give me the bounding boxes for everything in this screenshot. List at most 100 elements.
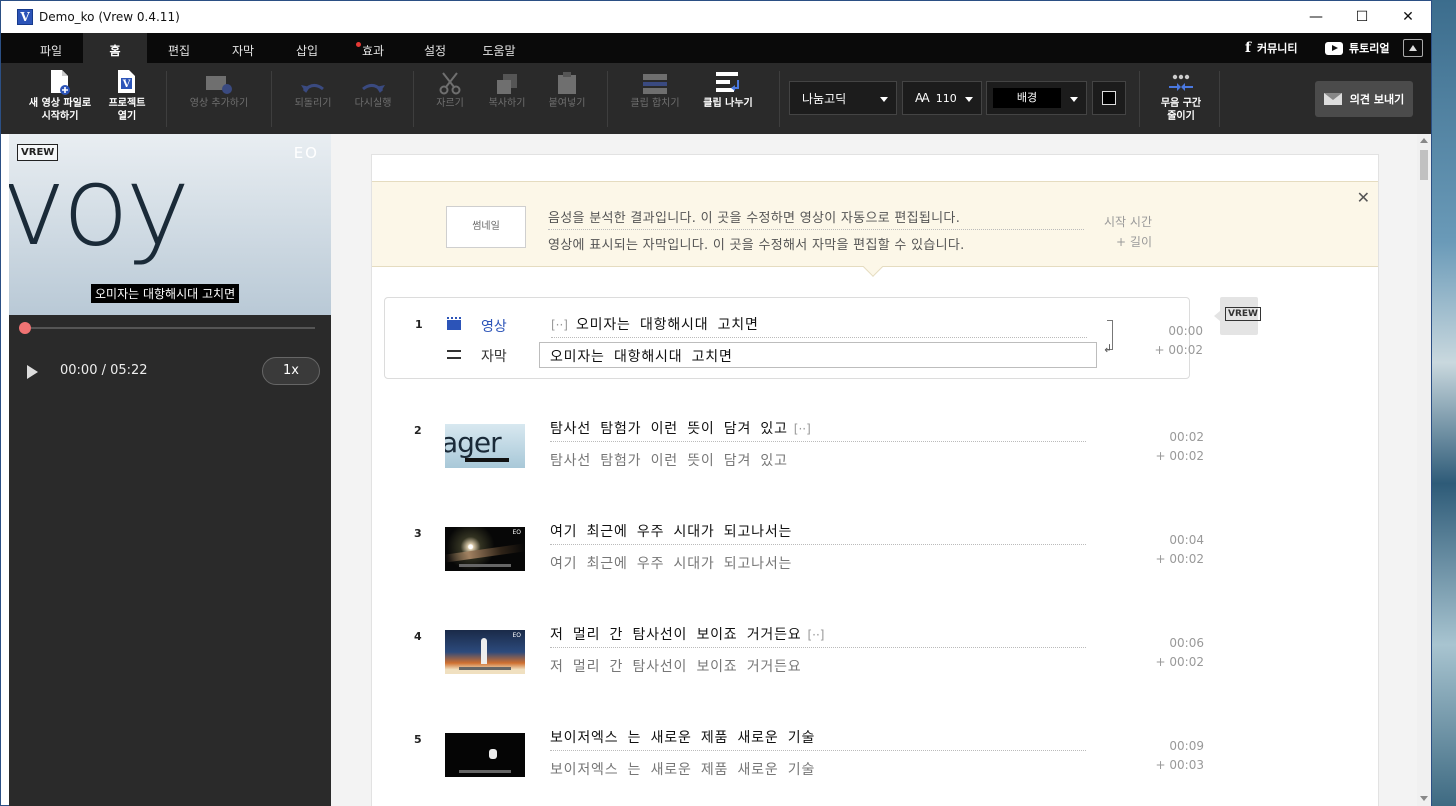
tab-file[interactable]: 파일 — [19, 33, 83, 63]
community-link[interactable]: f 커뮤니티 — [1245, 33, 1298, 63]
clip-thumbnail[interactable]: ager — [445, 424, 525, 468]
scissors-icon — [439, 72, 461, 95]
toolbar-separator — [413, 71, 414, 127]
seek-handle[interactable] — [19, 322, 31, 334]
cut-button[interactable]: 자르기 — [425, 63, 475, 134]
clip-original-text[interactable]: 보이저엑스 는 새로운 제품 새로운 기술 — [550, 727, 1086, 751]
open-project-button[interactable]: V 프로젝트 열기 — [99, 63, 155, 134]
tab-edit[interactable]: 편집 — [147, 33, 211, 63]
clip-original-text[interactable]: 여기 최근에 우주 시대가 되고나서는 — [550, 521, 1086, 545]
scroll-thumb[interactable] — [1420, 150, 1428, 180]
copy-button[interactable]: 복사하기 — [479, 63, 535, 134]
color-picker[interactable] — [1092, 81, 1126, 115]
tab-home[interactable]: 홈 — [83, 33, 147, 63]
toolbar-separator — [1219, 71, 1220, 127]
font-size-select[interactable]: AA 110 — [902, 81, 982, 115]
clip-subtitle-text[interactable]: 보이저엑스 는 새로운 제품 새로운 기술 — [550, 759, 815, 779]
eo-watermark: EO — [293, 144, 319, 162]
new-file-icon — [51, 70, 70, 95]
clip-row[interactable]: 3 EO 여기 최근에 우주 시대가 되고나서는 여기 최근에 우주 시대가 되… — [384, 501, 1204, 583]
tab-help[interactable]: 도움말 — [467, 33, 531, 63]
vertical-scrollbar[interactable] — [1417, 134, 1431, 806]
scroll-up-icon[interactable] — [1420, 138, 1428, 143]
vrew-side-icon[interactable]: VREW — [1214, 297, 1261, 335]
window-controls: — ☐ ✕ — [1293, 1, 1431, 33]
playback-speed-button[interactable]: 1x — [262, 357, 320, 385]
redo-icon — [362, 84, 385, 93]
paste-button[interactable]: 붙여넣기 — [539, 63, 595, 134]
clip-row[interactable]: 1 영상 자막 [··] 오미자는 대항해시대 고치면 오미자는 대항해시대 고치… — [384, 297, 1203, 379]
clip-thumbnail[interactable] — [445, 733, 525, 777]
transcript-document: 썸네일 음성을 분석한 결과입니다. 이 곳을 수정하면 영상이 자동으로 편집… — [371, 154, 1379, 806]
menu-bar: 파일 홈 편집 자막 삽입 효과 설정 도움말 f 커뮤니티 튜토리얼 — [1, 33, 1431, 63]
facebook-icon: f — [1245, 40, 1252, 56]
reduce-silence-button[interactable]: 무음 구간 줄이기 — [1149, 63, 1213, 134]
clip-number: 3 — [414, 527, 422, 540]
tab-settings[interactable]: 설정 — [403, 33, 467, 63]
tab-subtitle[interactable]: 자막 — [211, 33, 275, 63]
clip-subtitle-text[interactable]: 저 멀리 간 탐사선이 보이죠 거거든요 — [550, 656, 801, 676]
merge-clip-button[interactable]: 클립 합치기 — [623, 63, 687, 134]
clip-row[interactable]: 2 ager 탐사선 탐험가 이런 뜻이 담겨 있고 [··] 탐사선 탐험가 이… — [384, 398, 1204, 480]
close-window-icon[interactable]: ✕ — [1385, 1, 1431, 33]
player-panel: voy VREW EO 오미자는 대항해시대 고치면 00:00 / 05:22… — [9, 134, 331, 806]
toolbar-separator — [1139, 71, 1140, 127]
undo-button[interactable]: 되돌리기 — [285, 63, 341, 134]
window-title: Demo_ko (Vrew 0.4.11) — [39, 10, 180, 24]
svg-text:V: V — [122, 79, 131, 90]
seek-bar[interactable] — [19, 322, 315, 334]
clip-original-text[interactable]: 저 멀리 간 탐사선이 보이죠 거거든요 [··] — [550, 624, 1086, 648]
split-clip-button[interactable]: 클립 나누기 — [695, 63, 761, 134]
maximize-icon[interactable]: ☐ — [1339, 1, 1385, 33]
add-video-button[interactable]: 영상 추가하기 — [179, 63, 259, 134]
clip-original-text[interactable]: 탐사선 탐험가 이런 뜻이 담겨 있고 [··] — [550, 418, 1086, 442]
subtitle-input[interactable]: 오미자는 대항해시대 고치면 — [539, 342, 1097, 368]
clip-times: 00:06 + 00:02 — [1155, 636, 1204, 669]
thumbnail-placeholder: 썸네일 — [446, 206, 526, 248]
video-row-label: 영상 — [481, 319, 507, 335]
clip-subtitle-text[interactable]: 탐사선 탐험가 이런 뜻이 담겨 있고 — [550, 450, 788, 470]
clip-thumbnail[interactable]: EO — [445, 527, 525, 571]
enter-arrow-icon: ↲ — [1103, 342, 1113, 355]
color-swatch — [1102, 91, 1116, 105]
title-bar: V Demo_ko (Vrew 0.4.11) — ☐ ✕ — [1, 1, 1431, 33]
play-icon[interactable] — [27, 365, 38, 379]
silence-marker[interactable]: [··] — [551, 318, 568, 332]
tab-effects[interactable]: 효과 — [341, 33, 405, 63]
clip-thumbnail[interactable]: EO — [445, 630, 525, 674]
ribbon-toolbar: 새 영상 파일로 시작하기 V 프로젝트 열기 영상 추가하기 되돌리기 다시실… — [1, 63, 1431, 134]
vrew-logo: VREW — [17, 144, 59, 161]
collapse-ribbon-button[interactable] — [1403, 39, 1423, 57]
font-select[interactable]: 나눔고딕 — [789, 81, 897, 115]
clip-times: 00:02 + 00:02 — [1155, 430, 1204, 463]
clip-subtitle-text[interactable]: 여기 최근에 우주 시대가 되고나서는 — [550, 553, 792, 573]
clip-times: 00:04 + 00:02 — [1155, 533, 1204, 566]
video-preview[interactable]: voy VREW EO 오미자는 대항해시대 고치면 — [9, 134, 331, 315]
preview-subtitle: 오미자는 대항해시대 고치면 — [91, 284, 240, 303]
project-file-icon: V — [118, 70, 135, 93]
redo-button[interactable]: 다시실행 — [345, 63, 401, 134]
copy-icon — [497, 74, 517, 94]
tutorial-link[interactable]: 튜토리얼 — [1325, 33, 1389, 63]
feedback-button[interactable]: 의견 보내기 — [1315, 81, 1413, 117]
toolbar-separator — [166, 71, 167, 127]
clip-row[interactable]: 4 EO 저 멀리 간 탐사선이 보이죠 거거든요 [··] 저 멀리 간 탐사선… — [384, 604, 1204, 686]
chevron-down-icon — [880, 97, 888, 102]
silence-marker[interactable]: [··] — [807, 628, 824, 642]
subtitle-row-label: 자막 — [481, 349, 507, 365]
guide-line-subtitle: 영상에 표시되는 자막입니다. 이 곳을 수정해서 자막을 편집할 수 있습니다… — [548, 238, 965, 253]
clip-number: 5 — [414, 733, 422, 746]
clip-number: 2 — [414, 424, 422, 437]
new-project-button[interactable]: 새 영상 파일로 시작하기 — [25, 63, 95, 134]
toolbar-separator — [271, 71, 272, 127]
editor-area: 썸네일 음성을 분석한 결과입니다. 이 곳을 수정하면 영상이 자동으로 편집… — [331, 134, 1417, 806]
silence-marker[interactable]: [··] — [794, 422, 811, 436]
tab-insert[interactable]: 삽입 — [275, 33, 339, 63]
close-guide-icon[interactable]: ✕ — [1357, 188, 1370, 207]
background-select[interactable]: 배경 — [986, 81, 1087, 115]
reduce-silence-icon — [1169, 74, 1193, 91]
scroll-down-icon[interactable] — [1420, 796, 1428, 801]
clip-original-text[interactable]: [··] 오미자는 대항해시대 고치면 — [551, 314, 1087, 338]
clip-row[interactable]: 5 보이저엑스 는 새로운 제품 새로운 기술 보이저엑스 는 새로운 제품 새… — [384, 707, 1204, 789]
minimize-icon[interactable]: — — [1293, 1, 1339, 33]
